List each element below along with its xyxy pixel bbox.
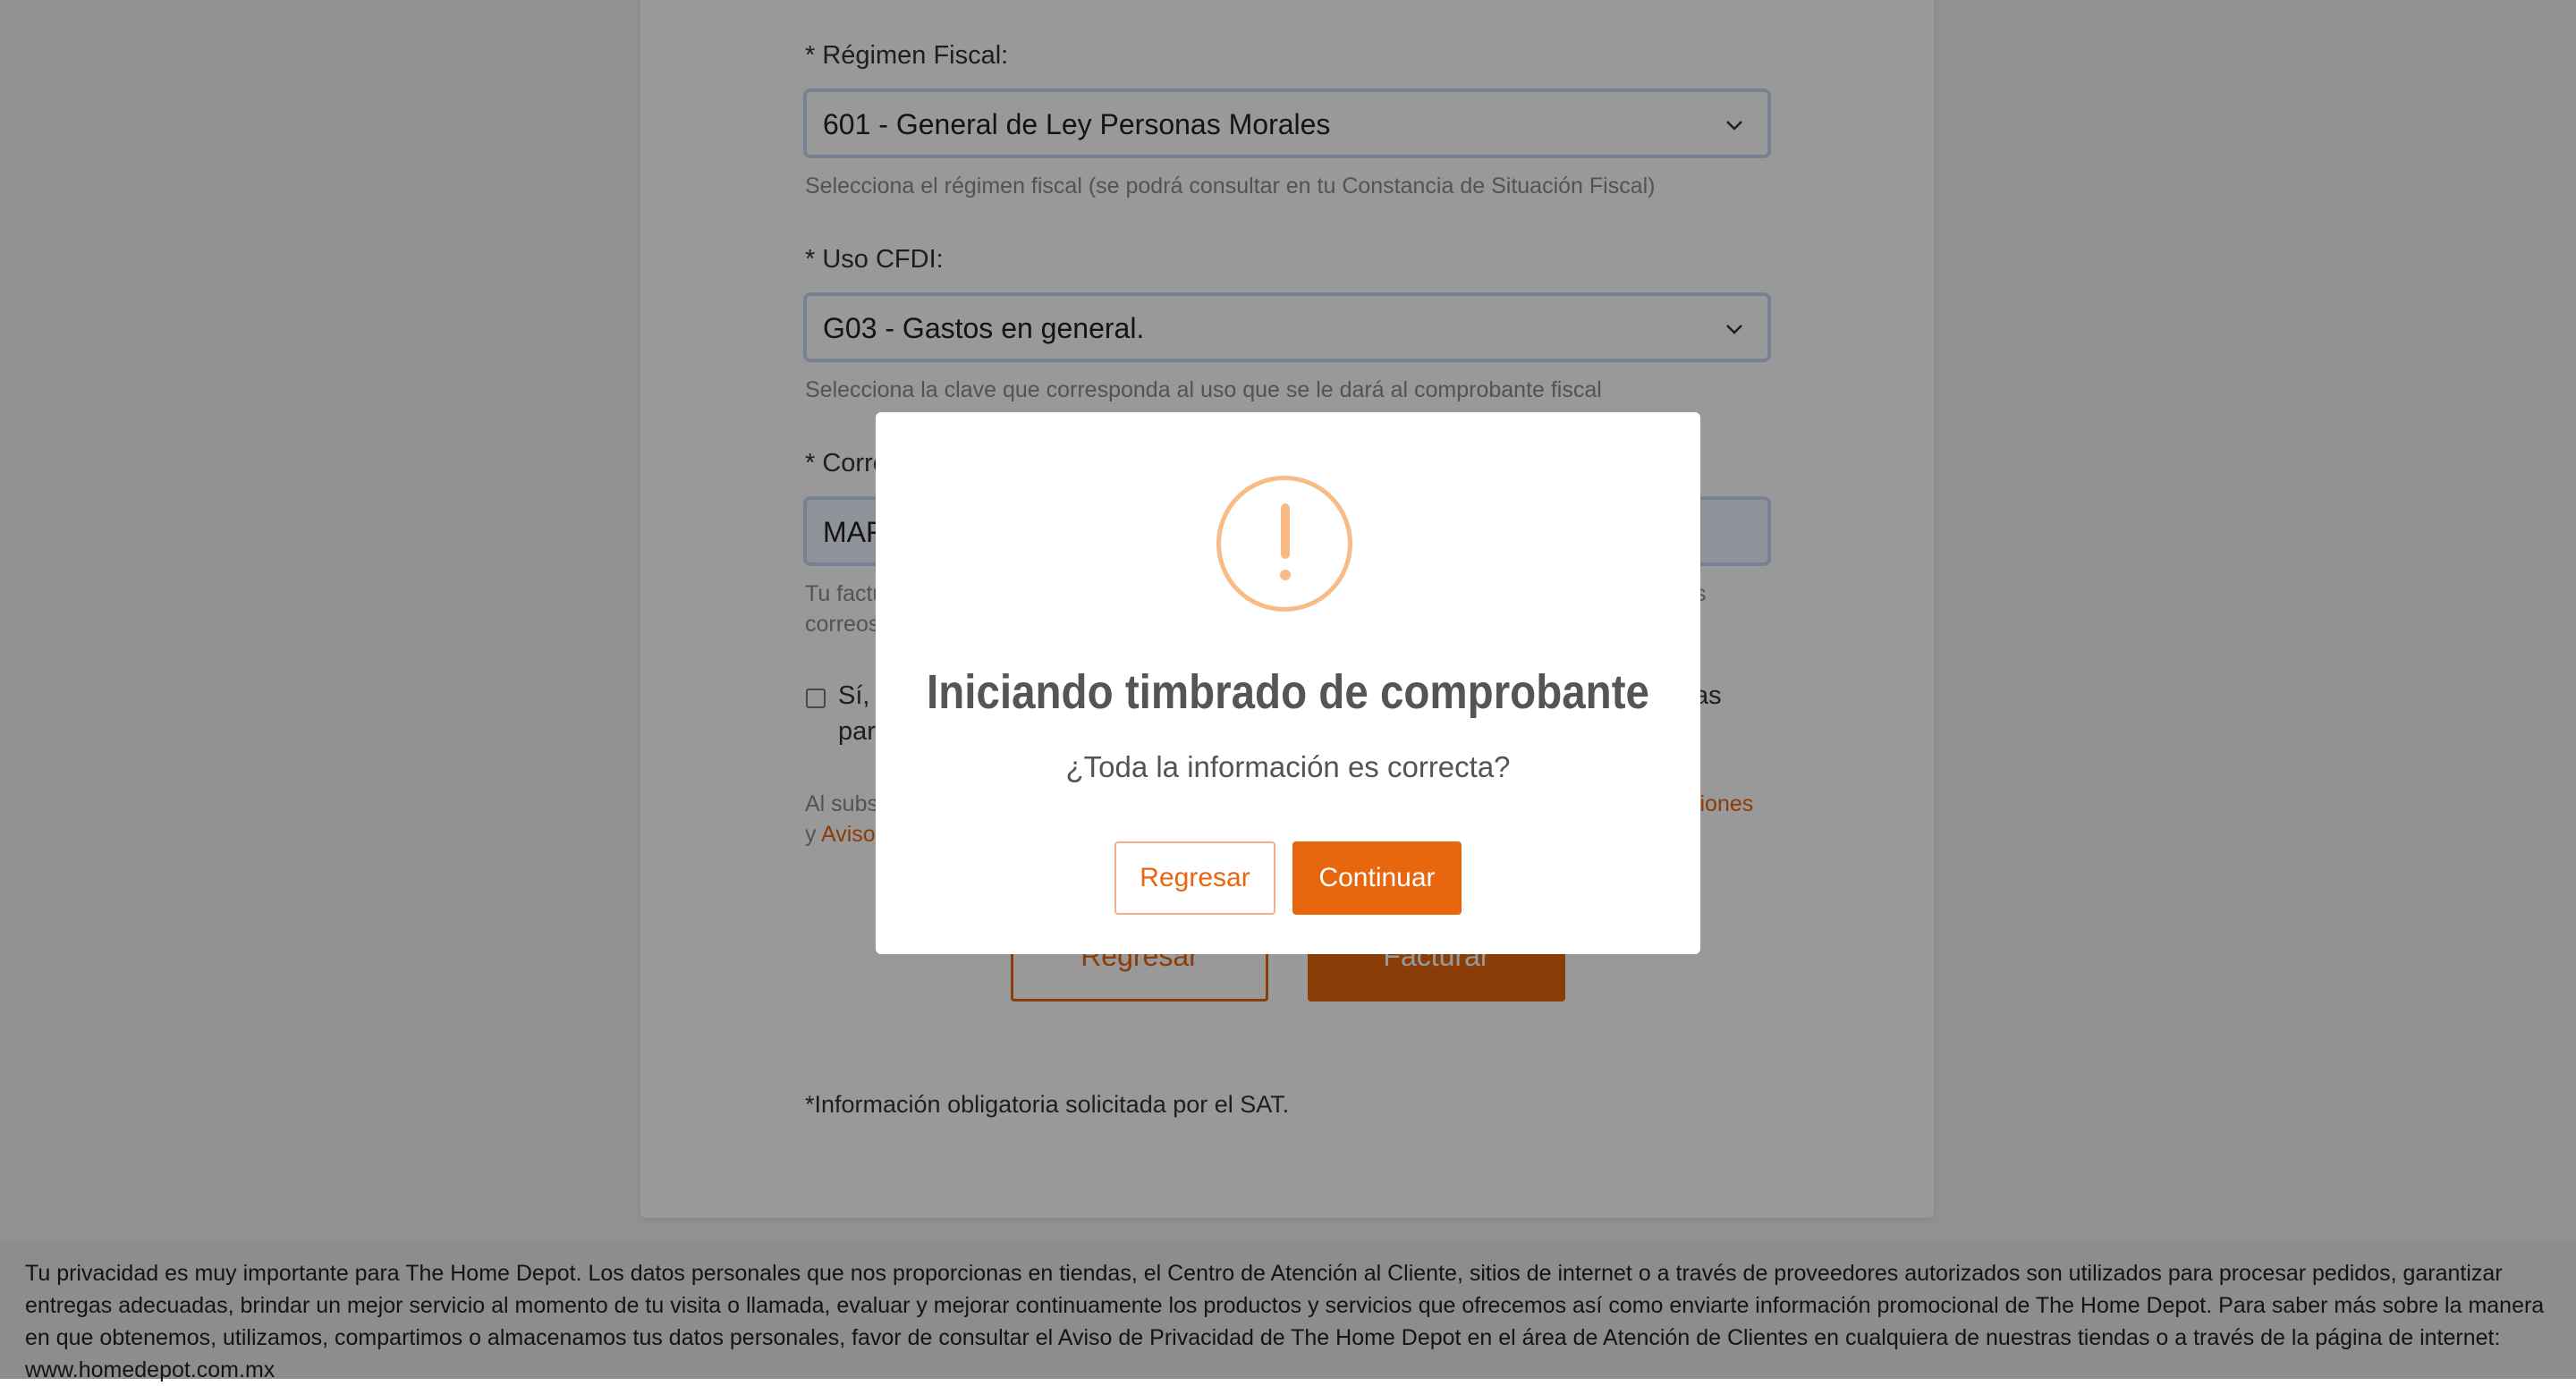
exclamation-dot bbox=[1280, 570, 1291, 580]
confirm-modal: Iniciando timbrado de comprobante ¿Toda … bbox=[876, 412, 1700, 954]
modal-continue-button[interactable]: Continuar bbox=[1292, 841, 1462, 915]
modal-title: Iniciando timbrado de comprobante bbox=[927, 665, 1649, 719]
modal-message: ¿Toda la información es correcta? bbox=[1065, 750, 1511, 783]
exclamation-warning-icon bbox=[1216, 476, 1352, 612]
exclamation-bar bbox=[1281, 503, 1290, 559]
modal-back-button[interactable]: Regresar bbox=[1114, 841, 1275, 915]
